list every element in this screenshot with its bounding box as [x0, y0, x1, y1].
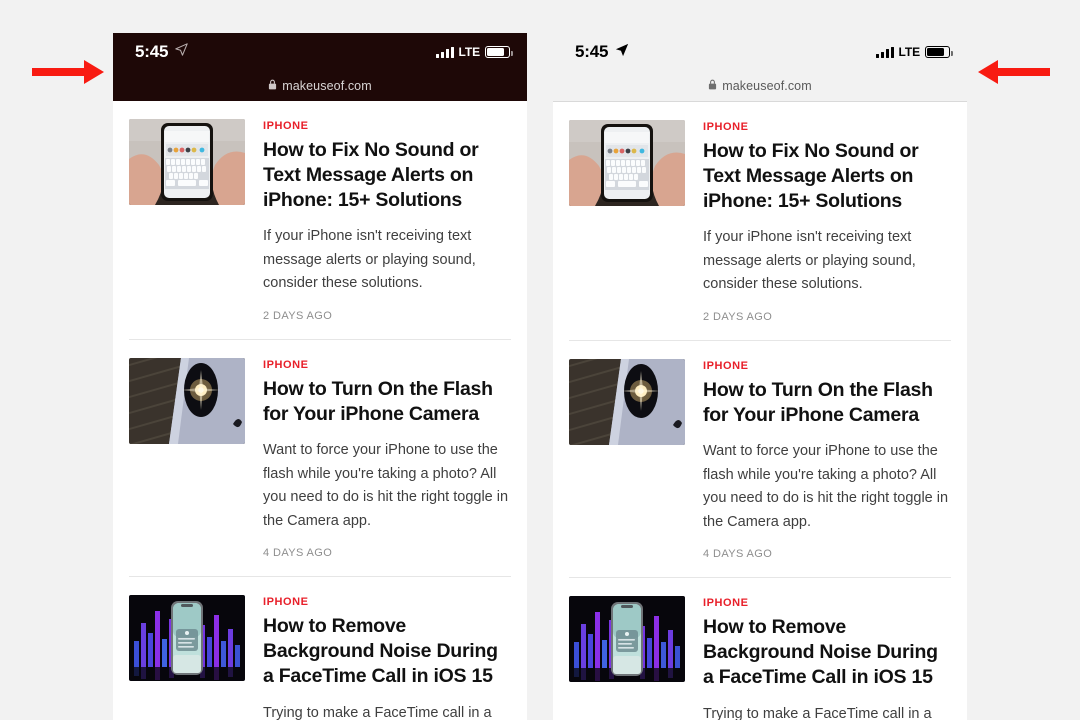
article-text-block: IPHONE How to Turn On the Flash for Your… [263, 358, 511, 559]
article-excerpt: Want to force your iPhone to use the fla… [263, 442, 509, 529]
article-excerpt: Want to force your iPhone to use the fla… [703, 443, 949, 530]
status-bar-left-group: 5:45 [135, 42, 188, 62]
article-timestamp: 2 DAYS AGO [703, 310, 773, 323]
article-headline[interactable]: How to Remove Background Noise During a … [263, 614, 511, 689]
status-bar-dark: 5:45 LTE [113, 33, 527, 71]
hands-holding-iphone-keyboard-photo[interactable] [129, 119, 245, 205]
article-headline[interactable]: How to Fix No Sound or Text Message Aler… [263, 138, 511, 213]
article-kicker[interactable]: IPHONE [263, 359, 511, 371]
status-bar-right-group: LTE [435, 45, 513, 59]
status-bar-light: 5:45 LTE [553, 33, 967, 71]
arrow-left-icon [978, 60, 1050, 84]
arrow-right-icon [32, 60, 104, 84]
article-kicker[interactable]: IPHONE [703, 121, 951, 133]
url-bar-light[interactable]: makeuseof.com [553, 71, 967, 101]
article-headline[interactable]: How to Turn On the Flash for Your iPhone… [703, 378, 951, 428]
screenshot-canvas: 5:45 LTE makeuseof.com IPHONE How to Fix… [0, 0, 1080, 720]
article-excerpt: Trying to make a FaceTime call in a nois… [703, 705, 932, 720]
hands-holding-iphone-keyboard-photo[interactable] [569, 120, 685, 206]
iphone-camera-flash-on-wood-photo[interactable] [569, 358, 685, 445]
article-timestamp: 4 DAYS AGO [703, 548, 773, 561]
article-kicker[interactable]: IPHONE [703, 360, 951, 372]
article-excerpt: Trying to make a FaceTime call in a nois… [263, 704, 492, 720]
battery-icon [925, 46, 953, 58]
network-type-label: LTE [898, 45, 921, 59]
status-time: 5:45 [575, 42, 609, 61]
article-text-block: IPHONE How to Fix No Sound or Text Messa… [263, 119, 511, 322]
article-kicker[interactable]: IPHONE [263, 120, 511, 132]
article-text-block: IPHONE How to Fix No Sound or Text Messa… [703, 120, 951, 323]
cellular-signal-icon [435, 46, 454, 58]
article-card[interactable]: IPHONE How to Fix No Sound or Text Messa… [569, 102, 951, 341]
article-excerpt: If your iPhone isn't receiving text mess… [263, 228, 476, 292]
browser-chrome-dark: 5:45 LTE makeuseof.com [113, 33, 527, 101]
phone-screen-light-theme: 5:45 LTE makeuseof.com IPHONE How to Fix… [553, 33, 967, 720]
location-arrow-icon [615, 43, 629, 62]
cellular-signal-icon [875, 46, 894, 58]
article-headline[interactable]: How to Turn On the Flash for Your iPhone… [263, 377, 511, 427]
right-annotation-arrow [968, 52, 1064, 92]
article-kicker[interactable]: IPHONE [263, 596, 511, 608]
article-timestamp: 4 DAYS AGO [263, 547, 333, 560]
iphone-audio-waveform-photo[interactable] [569, 596, 685, 683]
article-kicker[interactable]: IPHONE [703, 597, 951, 609]
url-text: makeuseof.com [282, 79, 372, 93]
article-card[interactable]: IPHONE How to Remove Background Noise Du… [129, 577, 511, 720]
battery-icon [485, 46, 513, 58]
article-card[interactable]: IPHONE How to Turn On the Flash for Your… [569, 341, 951, 579]
article-excerpt: If your iPhone isn't receiving text mess… [703, 229, 916, 293]
status-time: 5:45 [135, 42, 169, 61]
article-card[interactable]: IPHONE How to Fix No Sound or Text Messa… [129, 101, 511, 340]
article-text-block: IPHONE How to Remove Background Noise Du… [703, 596, 951, 720]
iphone-audio-waveform-photo[interactable] [129, 595, 245, 682]
article-headline[interactable]: How to Fix No Sound or Text Message Aler… [703, 139, 951, 214]
article-card[interactable]: IPHONE How to Remove Background Noise Du… [569, 578, 951, 720]
url-bar-dark[interactable]: makeuseof.com [113, 71, 527, 101]
phone-screen-dark-theme: 5:45 LTE makeuseof.com IPHONE How to Fix… [113, 33, 527, 720]
left-annotation-arrow [18, 52, 110, 92]
article-feed-right: IPHONE How to Fix No Sound or Text Messa… [553, 102, 967, 720]
location-arrow-icon [175, 43, 188, 61]
lock-icon [268, 77, 277, 95]
browser-chrome-light: 5:45 LTE makeuseof.com [553, 33, 967, 102]
status-bar-left-group: 5:45 [575, 42, 629, 62]
article-timestamp: 2 DAYS AGO [263, 309, 333, 322]
iphone-camera-flash-on-wood-photo[interactable] [129, 357, 245, 444]
lock-icon [708, 77, 717, 95]
article-text-block: IPHONE How to Turn On the Flash for Your… [703, 359, 951, 560]
article-feed-left: IPHONE How to Fix No Sound or Text Messa… [113, 101, 527, 720]
article-card[interactable]: IPHONE How to Turn On the Flash for Your… [129, 340, 511, 578]
article-text-block: IPHONE How to Remove Background Noise Du… [263, 595, 511, 720]
status-bar-right-group: LTE [875, 45, 953, 59]
url-text: makeuseof.com [722, 79, 812, 93]
network-type-label: LTE [458, 45, 481, 59]
article-headline[interactable]: How to Remove Background Noise During a … [703, 615, 951, 690]
